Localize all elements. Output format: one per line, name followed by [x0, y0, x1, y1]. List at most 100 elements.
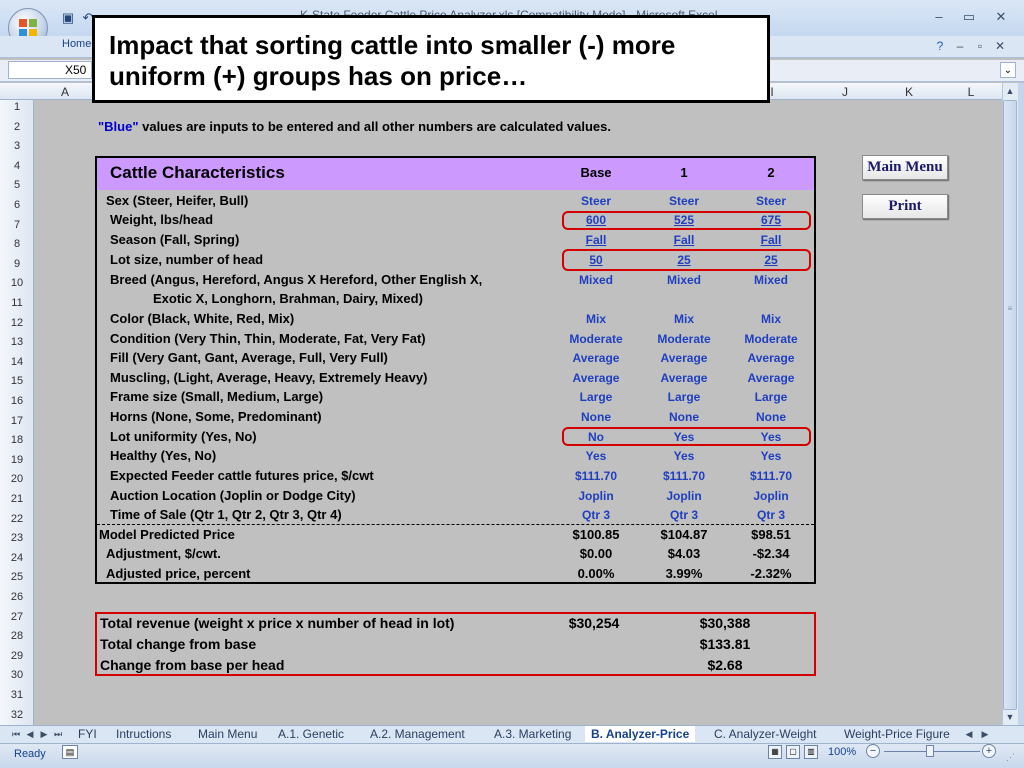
sheet-tab[interactable]: FYI — [72, 726, 103, 742]
column-label-l[interactable]: L — [940, 84, 1002, 100]
vertical-scroll-thumb[interactable] — [1003, 100, 1017, 710]
close-button[interactable]: ✕ — [990, 8, 1012, 26]
input-cell[interactable]: Yes — [727, 449, 815, 463]
input-cell[interactable]: Average — [727, 351, 815, 365]
row-label[interactable]: 19 — [0, 454, 34, 466]
input-cell[interactable]: Average — [552, 351, 640, 365]
column-label-a[interactable]: A — [34, 84, 96, 100]
input-cell[interactable]: Joplin — [640, 489, 728, 503]
input-cell[interactable]: Yes — [552, 449, 640, 463]
input-cell[interactable]: Average — [640, 371, 728, 385]
input-cell[interactable]: Fall — [727, 233, 815, 247]
input-cell[interactable]: Joplin — [727, 489, 815, 503]
input-cell[interactable]: Mix — [727, 312, 815, 326]
row-label[interactable]: 22 — [0, 513, 34, 525]
zoom-slider-thumb[interactable] — [926, 745, 934, 757]
hscroll-left-icon[interactable]: ◀ — [963, 727, 975, 741]
row-label[interactable]: 17 — [0, 415, 34, 427]
row-label[interactable]: 4 — [0, 160, 34, 172]
input-cell[interactable]: Fall — [640, 233, 728, 247]
row-label[interactable]: 12 — [0, 317, 34, 329]
name-box[interactable]: X50 — [8, 61, 92, 79]
workbook-minimize-button[interactable]: – — [952, 38, 968, 54]
print-button[interactable]: Print — [862, 194, 948, 219]
row-label[interactable]: 8 — [0, 238, 34, 250]
main-menu-button[interactable]: Main Menu — [862, 155, 948, 180]
next-sheet-icon[interactable]: ▶ — [38, 727, 50, 741]
row-label[interactable]: 14 — [0, 356, 34, 368]
input-cell[interactable]: None — [552, 410, 640, 424]
help-icon[interactable]: ? — [932, 38, 948, 54]
input-cell[interactable]: Mix — [552, 312, 640, 326]
sheet-tab[interactable]: A.3. Marketing — [488, 726, 577, 742]
row-label[interactable]: 2 — [0, 121, 34, 133]
input-cell[interactable]: Average — [727, 371, 815, 385]
row-label[interactable]: 29 — [0, 650, 34, 662]
row-label[interactable]: 10 — [0, 277, 34, 289]
sheet-tab[interactable]: A.1. Genetic — [272, 726, 350, 742]
row-label[interactable]: 13 — [0, 336, 34, 348]
input-cell[interactable]: Steer — [552, 194, 640, 208]
input-cell[interactable]: Mix — [640, 312, 728, 326]
row-label[interactable]: 3 — [0, 140, 34, 152]
input-cell[interactable]: Large — [727, 390, 815, 404]
row-label[interactable]: 32 — [0, 709, 34, 721]
sheet-tab[interactable]: Intructions — [110, 726, 177, 742]
input-cell[interactable]: None — [640, 410, 728, 424]
input-cell[interactable]: Steer — [727, 194, 815, 208]
zoom-in-icon[interactable]: + — [982, 744, 996, 758]
row-label[interactable]: 6 — [0, 199, 34, 211]
page-layout-view-icon[interactable]: ▢ — [786, 745, 800, 759]
input-cell[interactable]: Average — [640, 351, 728, 365]
row-label[interactable]: 27 — [0, 611, 34, 623]
row-label[interactable]: 11 — [0, 297, 34, 309]
resize-grip-icon[interactable]: ⋰ — [1006, 752, 1018, 764]
row-label[interactable]: 24 — [0, 552, 34, 564]
input-cell[interactable]: Qtr 3 — [552, 508, 640, 522]
input-cell[interactable]: Joplin — [552, 489, 640, 503]
row-label[interactable]: 1 — [0, 101, 34, 113]
zoom-level[interactable]: 100% — [828, 746, 856, 758]
macro-record-icon[interactable]: ▤ — [62, 745, 78, 759]
zoom-out-icon[interactable]: − — [866, 744, 880, 758]
row-label[interactable]: 20 — [0, 473, 34, 485]
prev-sheet-icon[interactable]: ◀ — [24, 727, 36, 741]
input-cell[interactable]: Moderate — [640, 332, 728, 346]
normal-view-icon[interactable]: ▦ — [768, 745, 782, 759]
column-label-k[interactable]: K — [878, 84, 940, 100]
sheet-tab[interactable]: Main Menu — [192, 726, 263, 742]
row-label[interactable]: 23 — [0, 532, 34, 544]
row-label[interactable]: 28 — [0, 630, 34, 642]
row-label[interactable]: 18 — [0, 434, 34, 446]
input-cell[interactable]: Average — [552, 371, 640, 385]
page-break-view-icon[interactable]: ▥ — [804, 745, 818, 759]
sheet-tab[interactable]: A.2. Management — [364, 726, 471, 742]
maximize-button[interactable]: ▭ — [958, 8, 980, 26]
input-cell[interactable]: Large — [552, 390, 640, 404]
sheet-tab[interactable]: Weight-Price Figure — [838, 726, 956, 742]
sheet-tab[interactable]: C. Analyzer-Weight — [708, 726, 823, 742]
input-cell[interactable]: $111.70 — [552, 469, 640, 483]
formula-bar-expand-icon[interactable]: ⌄ — [1000, 62, 1016, 78]
input-cell[interactable]: Mixed — [640, 273, 728, 287]
save-icon[interactable]: ▣ — [60, 10, 76, 26]
workbook-close-button[interactable]: ✕ — [992, 38, 1008, 54]
row-label[interactable]: 26 — [0, 591, 34, 603]
row-label[interactable]: 5 — [0, 179, 34, 191]
input-cell[interactable]: Moderate — [552, 332, 640, 346]
hscroll-right-icon[interactable]: ▶ — [979, 727, 991, 741]
last-sheet-icon[interactable]: ⏭ — [52, 727, 64, 741]
row-label[interactable]: 15 — [0, 375, 34, 387]
input-cell[interactable]: Moderate — [727, 332, 815, 346]
input-cell[interactable]: $111.70 — [640, 469, 728, 483]
input-cell[interactable]: Yes — [640, 449, 728, 463]
row-label[interactable]: 16 — [0, 395, 34, 407]
row-label[interactable]: 31 — [0, 689, 34, 701]
sheet-tab[interactable]: B. Analyzer-Price — [585, 726, 696, 742]
input-cell[interactable]: Qtr 3 — [727, 508, 815, 522]
row-label[interactable]: 7 — [0, 219, 34, 231]
row-label[interactable]: 25 — [0, 571, 34, 583]
input-cell[interactable]: Large — [640, 390, 728, 404]
input-cell[interactable]: None — [727, 410, 815, 424]
input-cell[interactable]: Mixed — [727, 273, 815, 287]
